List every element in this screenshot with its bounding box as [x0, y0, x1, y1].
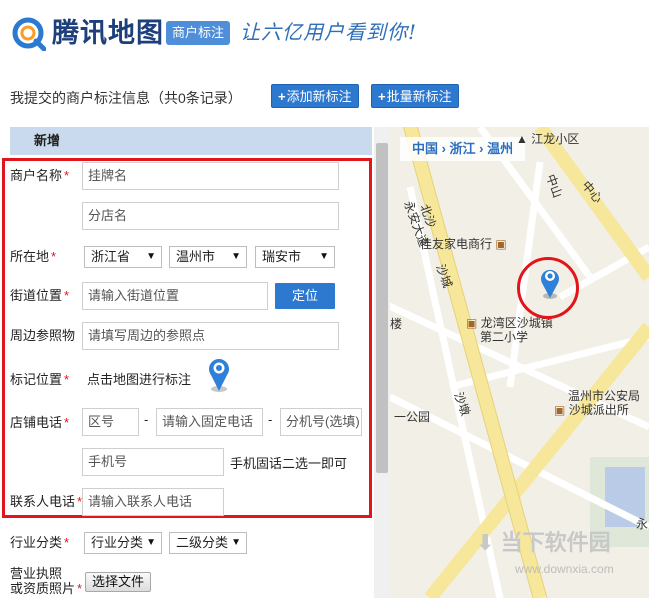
submitted-records-title: 我提交的商户标注信息（共0条记录）: [10, 90, 242, 106]
scrollbar-thumb[interactable]: [376, 143, 388, 473]
shop-phone-label: 店铺电话 *: [10, 415, 70, 430]
merchant-name-label: 商户名称 *: [10, 168, 70, 183]
merchant-tag-badge: 商户标注: [166, 21, 231, 45]
landmark-label: 周边参照物: [10, 328, 76, 343]
add-marker-button[interactable]: +添加新标注: [271, 84, 359, 108]
location-label: 所在地 *: [10, 249, 57, 264]
mark-position-label: 标记位置 *: [10, 372, 70, 387]
dropdown-arrow-icon: ▼: [146, 251, 156, 262]
brand-title: 腾讯地图: [52, 18, 164, 49]
phone-hint: 手机固话二选一即可: [230, 456, 348, 471]
poi-park: 一公园: [394, 410, 431, 424]
dropdown-arrow-icon: ▼: [319, 251, 329, 262]
extension-input[interactable]: 分机号(选填): [280, 408, 362, 436]
poi-lou: 楼: [390, 317, 403, 331]
plus-icon: +: [278, 89, 286, 104]
tencent-map-logo-icon: [12, 17, 46, 51]
marker-highlight-circle: [517, 257, 579, 319]
batch-marker-button[interactable]: +批量新标注: [371, 84, 459, 108]
dropdown-arrow-icon: ▼: [231, 251, 241, 262]
merchant-name-input[interactable]: 挂牌名: [82, 162, 339, 190]
landmark-input[interactable]: 请填写周边的参照点: [82, 322, 339, 350]
industry-label: 行业分类 *: [10, 535, 70, 550]
map-breadcrumb[interactable]: 中国 › 浙江 › 温州: [412, 141, 513, 157]
poi-yong: 永: [636, 517, 649, 531]
license-label: 营业执照 或资质照片 *: [10, 566, 83, 596]
industry-secondary-select[interactable]: 二级分类 ▼: [169, 532, 247, 554]
locate-button[interactable]: 定位: [275, 283, 335, 309]
new-section-title: 新增: [34, 133, 61, 148]
watermark-icon: ⬇: [476, 530, 495, 555]
choose-file-button[interactable]: 选择文件: [85, 572, 152, 592]
province-select[interactable]: 浙江省 ▼: [84, 246, 162, 268]
add-marker-label: 添加新标注: [286, 89, 352, 104]
poi-police-2: ▣ 沙城派出所: [554, 403, 629, 417]
street-label: 街道位置 *: [10, 288, 70, 303]
district-select[interactable]: 瑞安市 ▼: [255, 246, 335, 268]
poi-police-1: 温州市公安局: [568, 389, 641, 403]
new-section-header: 新增: [10, 127, 372, 155]
contact-phone-label: 联系人电话 *: [10, 494, 83, 509]
watermark-url: www.downxia.com: [515, 562, 614, 576]
branch-name-input[interactable]: 分店名: [82, 202, 339, 230]
contact-phone-input[interactable]: 请输入联系人电话: [82, 488, 224, 516]
mobile-input[interactable]: 手机号: [82, 448, 224, 476]
plus-icon: +: [378, 89, 386, 104]
fixed-phone-input[interactable]: 请输入固定电话: [156, 408, 263, 436]
dropdown-arrow-icon: ▼: [146, 537, 156, 548]
dropdown-arrow-icon: ▼: [231, 537, 241, 548]
poi-school: 第二小学: [480, 330, 529, 344]
area-code-input[interactable]: 区号: [82, 408, 139, 436]
slogan: 让六亿用户看到你!: [240, 20, 418, 44]
poi-jiayi: 佳友家电商行 ▣: [420, 237, 507, 251]
mark-instruction: 点击地图进行标注: [87, 372, 192, 387]
poi-jianglong: ▲ 江龙小区: [516, 132, 580, 146]
batch-marker-label: 批量新标注: [386, 89, 452, 104]
dash-separator: -: [268, 412, 273, 427]
city-select[interactable]: 温州市 ▼: [169, 246, 247, 268]
watermark-logo: ⬇ 当下软件园: [476, 530, 611, 555]
map-roads: [390, 127, 649, 598]
street-input[interactable]: 请输入街道位置: [82, 282, 268, 310]
dash-separator: -: [144, 412, 149, 427]
map-pin-icon[interactable]: [204, 355, 234, 393]
map-area[interactable]: 中国 › 浙江 › 温州 ▲ 江龙小区 中山 中心 永安大道 北沙 佳友家电商行…: [390, 127, 649, 598]
industry-primary-select[interactable]: 行业分类 ▼: [84, 532, 162, 554]
